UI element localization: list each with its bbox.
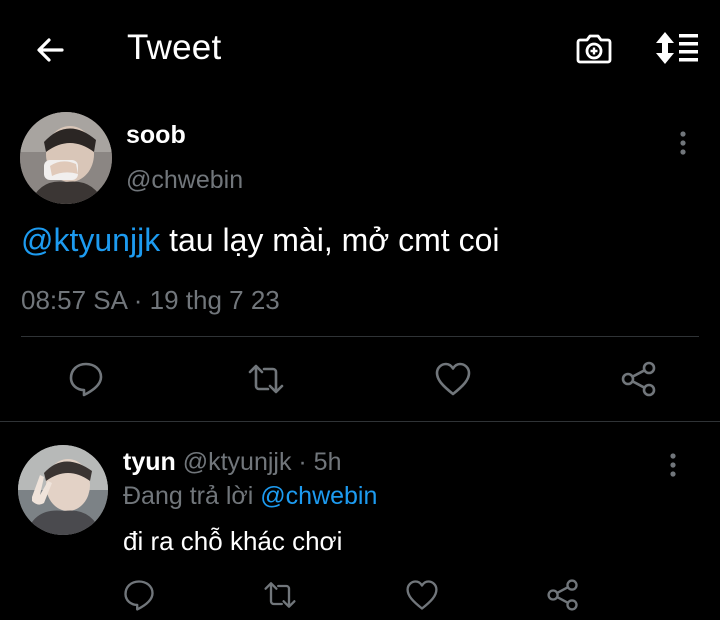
sort-list-icon[interactable] [653,28,701,68]
share-icon[interactable] [545,577,581,613]
tweet-timestamp: 08:57 SA · 19 thg 7 23 [21,285,280,315]
reply-icon[interactable] [66,359,106,399]
avatar[interactable] [18,445,108,535]
like-icon[interactable] [404,577,440,613]
avatar[interactable] [20,112,112,204]
reply-handle-time: @ktyunjjk · 5h [175,448,342,476]
more-options-icon[interactable] [673,128,693,158]
replying-to-link[interactable]: @chwebin [260,482,377,510]
replying-prefix: Đang trả lời [123,482,261,510]
back-arrow-icon[interactable] [30,30,70,70]
retweet-icon[interactable] [246,359,286,399]
top-app-bar: Tweet [0,0,720,96]
divider [0,421,720,422]
tweet-text: @ktyunjjk tau lạy mài, mở cmt coi [21,222,499,259]
more-options-icon[interactable] [663,450,683,480]
reply-text: đi ra chỗ khác chơi [123,526,343,556]
tweet-text-content: tau lạy mài, mở cmt coi [160,222,500,258]
user-handle[interactable]: @chwebin [126,166,243,195]
page-title: Tweet [127,28,222,67]
divider [21,336,699,337]
reply-display-name[interactable]: tyun [123,448,176,476]
replying-to: Đang trả lời @chwebin [123,482,377,511]
retweet-icon[interactable] [262,577,298,613]
reply-icon[interactable] [121,577,157,613]
display-name[interactable]: soob [126,121,186,150]
mention-link[interactable]: @ktyunjjk [21,222,160,258]
reply-header: tyun @ktyunjjk · 5h [123,448,342,477]
like-icon[interactable] [433,359,473,399]
camera-plus-icon[interactable] [574,28,614,68]
share-icon[interactable] [619,359,659,399]
